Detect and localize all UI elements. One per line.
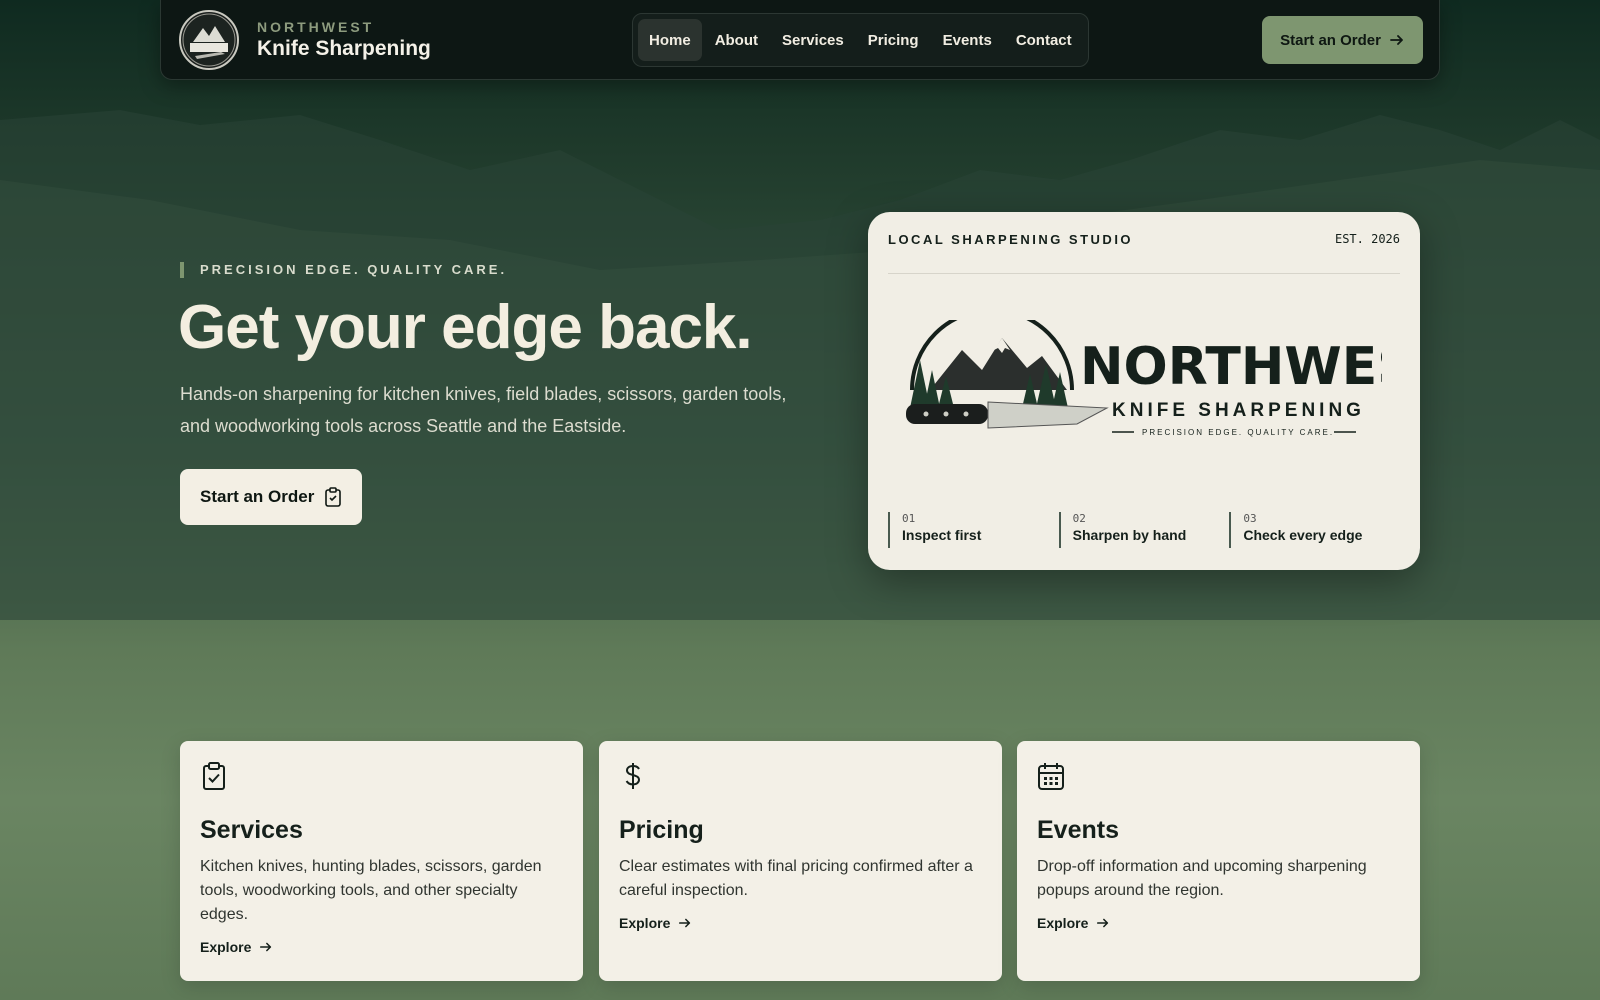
arrow-right-icon [679, 918, 691, 928]
explore-label: Explore [619, 915, 671, 931]
studio-badge-card: LOCAL SHARPENING STUDIO EST. 2026 NORTHW… [868, 212, 1420, 570]
hero-start-order-button[interactable]: Start an Order [180, 469, 363, 525]
step-inspect: 01 Inspect first [888, 512, 1059, 548]
step-sharpen: 02 Sharpen by hand [1058, 512, 1230, 548]
badge-header: LOCAL SHARPENING STUDIO EST. 2026 [888, 232, 1400, 274]
step-number: 03 [1243, 512, 1257, 525]
nav-home[interactable]: Home [638, 19, 702, 61]
arrow-right-icon [1390, 35, 1403, 45]
nav-events[interactable]: Events [932, 19, 1003, 61]
step-number: 02 [1072, 512, 1086, 525]
card-title: Events [1037, 816, 1119, 844]
hero-cta-label: Start an Order [200, 487, 315, 506]
badge-studio-label: LOCAL SHARPENING STUDIO [888, 232, 1134, 247]
logo-tagline: PRECISION EDGE. QUALITY CARE. [1142, 428, 1334, 437]
arrow-right-icon [260, 942, 272, 952]
nav-cta-label: Start an Order [1280, 31, 1381, 49]
services-card[interactable]: Services Kitchen knives, hunting blades,… [180, 741, 583, 981]
step-label: Check every edge [1243, 527, 1363, 543]
arrow-right-icon [1097, 918, 1109, 928]
step-number: 01 [902, 512, 916, 525]
brand[interactable]: NORTHWEST Knife Sharpening [179, 10, 431, 70]
explore-label: Explore [200, 939, 252, 955]
card-title: Services [200, 816, 303, 844]
nav-contact[interactable]: Contact [1005, 19, 1083, 61]
events-card[interactable]: Events Drop-off information and upcoming… [1017, 741, 1420, 981]
card-description: Kitchen knives, hunting blades, scissors… [200, 858, 542, 923]
hero-subtitle: Hands-on sharpening for kitchen knives, … [180, 384, 787, 436]
pricing-explore-link[interactable]: Explore [619, 915, 982, 931]
step-check: 03 Check every edge [1229, 512, 1400, 548]
northwest-logo: NORTHWEST KNIFE SHARPENING PRECISION EDG… [906, 320, 1382, 437]
logo-subtitle: KNIFE SHARPENING [1112, 400, 1365, 421]
events-explore-link[interactable]: Explore [1037, 915, 1400, 931]
clipboard-check-icon [203, 762, 225, 790]
brand-eyebrow: NORTHWEST [257, 19, 375, 35]
dollar-icon [625, 763, 641, 789]
card-description: Drop-off information and upcoming sharpe… [1037, 858, 1367, 899]
nav-about[interactable]: About [704, 19, 769, 61]
calendar-icon [1038, 763, 1064, 790]
nav-services[interactable]: Services [771, 19, 855, 61]
nav-pricing[interactable]: Pricing [857, 19, 930, 61]
nav-start-order-button[interactable]: Start an Order [1262, 16, 1423, 64]
step-label: Inspect first [902, 527, 982, 543]
clipboard-check-icon [325, 487, 342, 507]
process-steps: 01 Inspect first 02 Sharpen by hand 03 C… [888, 512, 1400, 548]
brand-logo [179, 10, 239, 70]
card-description: Clear estimates with final pricing confi… [619, 858, 973, 899]
hero-eyebrow: PRECISION EDGE. QUALITY CARE. [180, 262, 507, 278]
pricing-card[interactable]: Pricing Clear estimates with final prici… [599, 741, 1002, 981]
nav-links: Home About Services Pricing Events Conta… [632, 13, 1089, 67]
card-title: Pricing [619, 816, 704, 844]
mountain-logo-icon [182, 13, 236, 67]
logo-title: NORTHWEST [1080, 337, 1382, 397]
hero-title: Get your edge back. [178, 293, 753, 362]
badge-est-label: EST. 2026 [1334, 232, 1400, 246]
brand-name: Knife Sharpening [257, 37, 431, 60]
services-explore-link[interactable]: Explore [200, 939, 563, 955]
top-nav: NORTHWEST Knife Sharpening Home About Se… [160, 0, 1440, 80]
explore-label: Explore [1037, 915, 1089, 931]
step-label: Sharpen by hand [1072, 527, 1187, 543]
